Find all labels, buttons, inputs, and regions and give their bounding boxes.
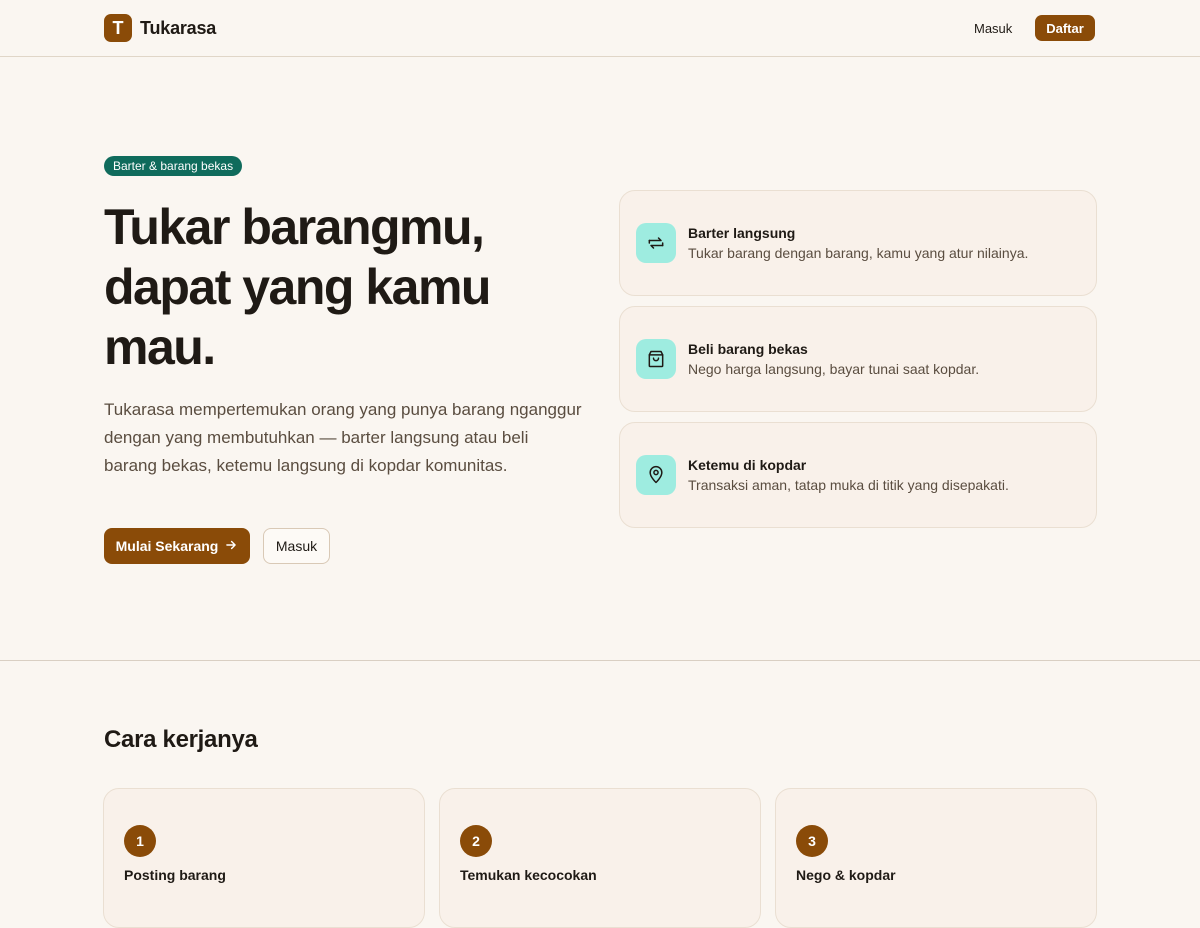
top-navbar: T Tukarasa Masuk Daftar bbox=[0, 0, 1200, 57]
section-divider bbox=[0, 660, 1200, 661]
feature-card-barter: Barter langsung Tukar barang dengan bara… bbox=[619, 190, 1097, 296]
arrow-right-icon bbox=[224, 538, 238, 555]
step-card-2: 2 Temukan kecocokan bbox=[439, 788, 761, 928]
start-now-label: Mulai Sekarang bbox=[115, 538, 219, 554]
start-now-button[interactable]: Mulai Sekarang bbox=[104, 528, 250, 564]
step-number: 1 bbox=[124, 825, 156, 857]
step-title: Posting barang bbox=[124, 867, 226, 883]
step-number: 2 bbox=[460, 825, 492, 857]
brand-logo: T bbox=[104, 14, 132, 42]
map-pin-icon bbox=[636, 455, 676, 495]
brand[interactable]: T Tukarasa bbox=[104, 14, 216, 42]
step-card-3: 3 Nego & kopdar bbox=[775, 788, 1097, 928]
nav-register-button[interactable]: Daftar bbox=[1035, 15, 1095, 41]
nav-login-link[interactable]: Masuk bbox=[964, 15, 1022, 41]
step-card-1: 1 Posting barang bbox=[103, 788, 425, 928]
feature-description: Transaksi aman, tatap muka di titik yang… bbox=[688, 477, 1009, 493]
feature-title: Ketemu di kopdar bbox=[688, 457, 807, 473]
feature-card-buy: Beli barang bekas Nego harga langsung, b… bbox=[619, 306, 1097, 412]
feature-title: Barter langsung bbox=[688, 225, 796, 241]
hero-badge: Barter & barang bekas bbox=[104, 156, 243, 176]
step-number: 3 bbox=[796, 825, 828, 857]
swap-arrows-icon bbox=[636, 223, 676, 263]
how-it-works-title: Cara kerjanya bbox=[104, 726, 258, 753]
shopping-bag-icon bbox=[636, 339, 676, 379]
hero-title: Tukar barangmu, dapat yang kamu mau. bbox=[104, 199, 491, 375]
feature-description: Nego harga langsung, bayar tunai saat ko… bbox=[688, 361, 980, 377]
hero-login-button[interactable]: Masuk bbox=[263, 528, 330, 564]
step-title: Temukan kecocokan bbox=[460, 867, 597, 883]
feature-card-kopdar: Ketemu di kopdar Transaksi aman, tatap m… bbox=[619, 422, 1097, 528]
hero-description: Tukarasa mempertemukan orang yang punya … bbox=[104, 400, 582, 475]
brand-name: Tukarasa bbox=[140, 17, 217, 38]
feature-description: Tukar barang dengan barang, kamu yang at… bbox=[688, 245, 1029, 261]
feature-title: Beli barang bekas bbox=[688, 341, 808, 357]
step-title: Nego & kopdar bbox=[796, 867, 896, 883]
